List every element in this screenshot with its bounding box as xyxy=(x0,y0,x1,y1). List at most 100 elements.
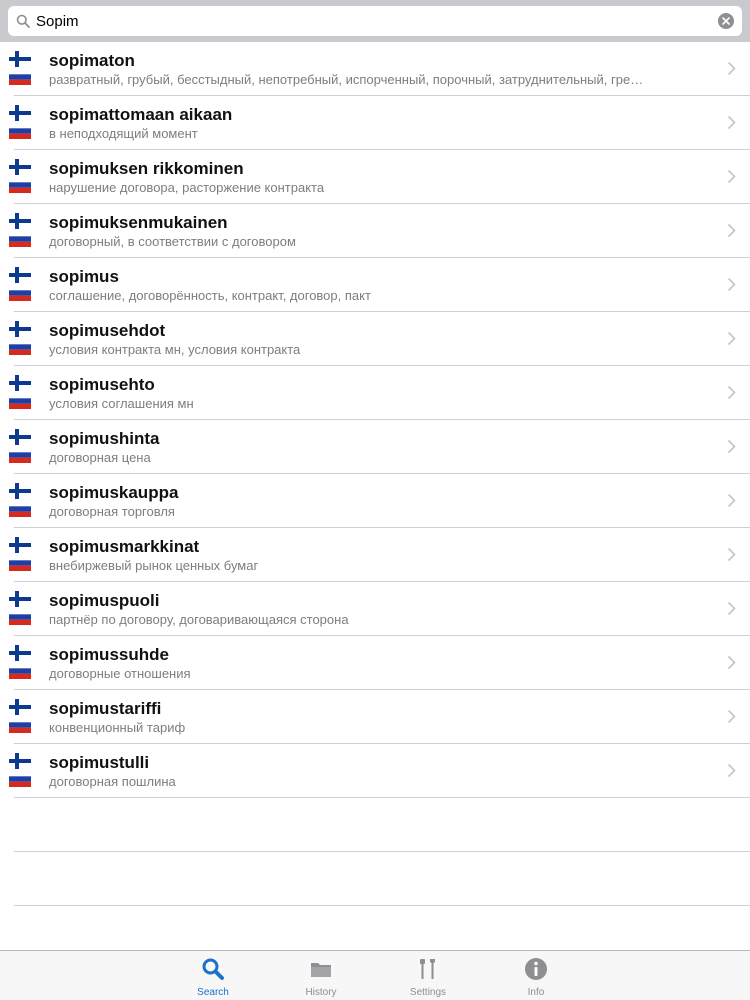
entry-translation: в неподходящий момент xyxy=(49,126,198,141)
entry-translation: договорный, в соответствии с договором xyxy=(49,234,296,249)
entry-term: sopimaton xyxy=(49,51,135,70)
russia-flag-icon xyxy=(9,501,31,517)
list-item[interactable]: sopimuskauppa договорная торговля xyxy=(9,474,750,528)
russia-flag-icon xyxy=(9,123,31,139)
entry-translation: партнёр по договору, договаривающаяся ст… xyxy=(49,612,349,627)
list-item[interactable]: sopimustulli договорная пошлина xyxy=(9,744,750,798)
list-item[interactable]: sopimushinta договорная цена xyxy=(9,420,750,474)
magnifier-icon xyxy=(202,958,224,980)
language-flags xyxy=(9,375,31,409)
finland-flag-icon xyxy=(9,699,31,715)
entry-translation: конвенционный тариф xyxy=(49,720,186,735)
chevron-right-icon xyxy=(727,169,736,184)
language-flags xyxy=(9,699,31,733)
entry-term: sopimusehdot xyxy=(49,321,166,340)
tab-bar: Search History Settings Info xyxy=(0,950,750,1000)
finland-flag-icon xyxy=(9,429,31,445)
empty-row xyxy=(14,798,750,852)
entry-term: sopimuksenmukainen xyxy=(49,213,228,232)
russia-flag-icon xyxy=(9,663,31,679)
entry-translation: договорная цена xyxy=(49,450,151,465)
tab-search[interactable]: Search xyxy=(175,951,251,1000)
chevron-right-icon xyxy=(727,601,736,616)
language-flags xyxy=(9,321,31,355)
entry-term: sopimustariffi xyxy=(49,699,162,718)
chevron-right-icon xyxy=(727,763,736,778)
entry-translation: нарушение договора, расторжение контракт… xyxy=(49,180,325,195)
entry-term: sopimussuhde xyxy=(49,645,169,664)
search-input[interactable] xyxy=(36,6,696,36)
list-item[interactable]: sopimusehdot условия контракта мн, услови… xyxy=(9,312,750,366)
chevron-right-icon xyxy=(727,385,736,400)
russia-flag-icon xyxy=(9,231,31,247)
entry-translation: развратный, грубый, бесстыдный, непотреб… xyxy=(49,72,644,87)
chevron-right-icon xyxy=(727,439,736,454)
finland-flag-icon xyxy=(9,159,31,175)
entry-translation: договорные отношения xyxy=(49,666,191,681)
finland-flag-icon xyxy=(9,537,31,553)
finland-flag-icon xyxy=(9,645,31,661)
tab-settings[interactable]: Settings xyxy=(390,951,466,1000)
finland-flag-icon xyxy=(9,51,31,67)
entry-term: sopimushinta xyxy=(49,429,160,448)
russia-flag-icon xyxy=(9,69,31,85)
list-item[interactable]: sopimusmarkkinat внебиржевый рынок ценных… xyxy=(9,528,750,582)
chevron-right-icon xyxy=(727,655,736,670)
list-item[interactable]: sopimus соглашение, договорённость, контр… xyxy=(9,258,750,312)
list-item[interactable]: sopimustariffi конвенционный тариф xyxy=(9,690,750,744)
list-item[interactable]: sopimussuhde договорные отношения xyxy=(9,636,750,690)
entry-term: sopimuskauppa xyxy=(49,483,179,502)
language-flags xyxy=(9,483,31,517)
language-flags xyxy=(9,105,31,139)
entry-translation: соглашение, договорённость, контракт, до… xyxy=(49,288,371,303)
list-item[interactable]: sopimaton развратный, грубый, бесстыдный,… xyxy=(9,42,750,96)
russia-flag-icon xyxy=(9,717,31,733)
tab-info[interactable]: Info xyxy=(498,951,574,1000)
clear-search-button[interactable] xyxy=(718,13,734,29)
language-flags xyxy=(9,267,31,301)
search-field[interactable] xyxy=(8,6,742,36)
finland-flag-icon xyxy=(9,321,31,337)
finland-flag-icon xyxy=(9,105,31,121)
russia-flag-icon xyxy=(9,609,31,625)
list-item[interactable]: sopimusehto условия соглашения мн xyxy=(9,366,750,420)
russia-flag-icon xyxy=(9,771,31,787)
entry-term: sopimattomaan aikaan xyxy=(49,105,233,124)
chevron-right-icon xyxy=(727,61,736,76)
list-item[interactable]: sopimuspuoli партнёр по договору, договар… xyxy=(9,582,750,636)
finland-flag-icon xyxy=(9,591,31,607)
entry-translation: договорная пошлина xyxy=(49,774,176,789)
chevron-right-icon xyxy=(727,547,736,562)
list-item[interactable]: sopimattomaan aikaan в неподходящий момен… xyxy=(9,96,750,150)
language-flags xyxy=(9,51,31,85)
language-flags xyxy=(9,645,31,679)
list-item[interactable]: sopimuksen rikkominen нарушение договора,… xyxy=(9,150,750,204)
tab-history[interactable]: History xyxy=(283,951,359,1000)
language-flags xyxy=(9,429,31,463)
russia-flag-icon xyxy=(9,339,31,355)
russia-flag-icon xyxy=(9,177,31,193)
finland-flag-icon xyxy=(9,375,31,391)
chevron-right-icon xyxy=(727,115,736,130)
entry-term: sopimustulli xyxy=(49,753,150,772)
tools-icon xyxy=(420,959,435,979)
dictionary-app: sopimaton развратный, грубый, бесстыдный,… xyxy=(0,0,750,1000)
tab-info-label: Info xyxy=(527,987,545,998)
list-item[interactable]: sopimuksenmukainen договорный, в соответс… xyxy=(9,204,750,258)
entry-translation: условия соглашения мн xyxy=(49,396,194,411)
language-flags xyxy=(9,753,31,787)
tab-settings-label: Settings xyxy=(409,987,447,998)
russia-flag-icon xyxy=(9,393,31,409)
chevron-right-icon xyxy=(727,277,736,292)
entry-term: sopimusmarkkinat xyxy=(49,537,200,556)
search-icon xyxy=(16,14,30,28)
chevron-right-icon xyxy=(727,709,736,724)
entry-translation: условия контракта мн, условия контракта xyxy=(49,342,301,357)
entry-translation: договорная торговля xyxy=(49,504,175,519)
entry-translation: внебиржевый рынок ценных бумаг xyxy=(49,558,259,573)
entry-term: sopimusehto xyxy=(49,375,155,394)
tab-history-label: History xyxy=(305,987,337,998)
finland-flag-icon xyxy=(9,483,31,499)
chevron-right-icon xyxy=(727,493,736,508)
finland-flag-icon xyxy=(9,267,31,283)
